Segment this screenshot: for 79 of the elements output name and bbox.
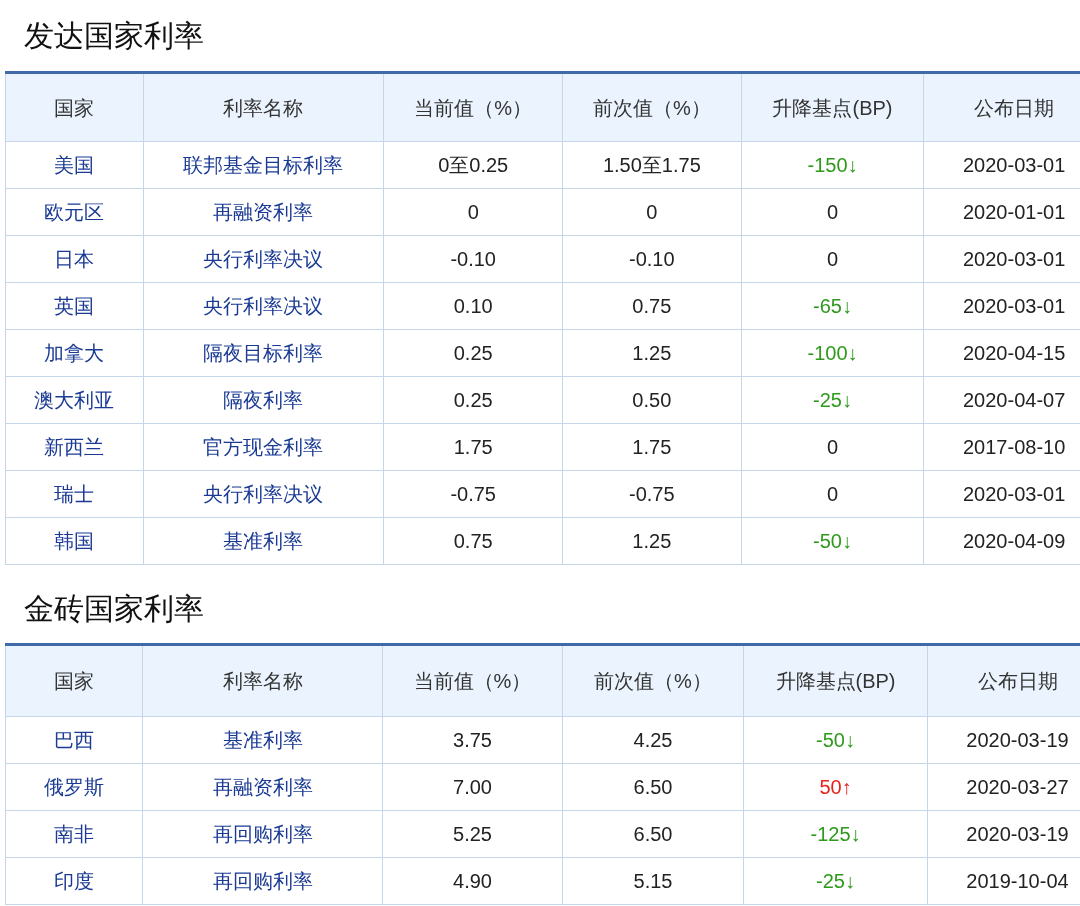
previous-value-cell: 0 bbox=[562, 188, 742, 236]
country-cell: 俄罗斯 bbox=[5, 763, 143, 811]
rate-name-cell: 联邦基金目标利率 bbox=[143, 141, 384, 189]
country-cell: 新西兰 bbox=[5, 423, 143, 471]
bp-change-cell: 50↑ bbox=[743, 763, 928, 811]
column-header: 当前值（%） bbox=[382, 644, 563, 717]
rate-name-cell: 再回购利率 bbox=[142, 810, 383, 858]
previous-value-cell: 5.15 bbox=[562, 857, 744, 905]
rate-name-cell: 再融资利率 bbox=[142, 763, 383, 811]
previous-value-cell: 1.50至1.75 bbox=[562, 141, 742, 189]
rate-name-cell: 再融资利率 bbox=[143, 188, 384, 236]
bp-change-cell: -50↓ bbox=[743, 716, 928, 764]
column-header: 前次值（%） bbox=[562, 72, 742, 142]
current-value-cell: 0.25 bbox=[383, 329, 563, 377]
rate-name-cell: 央行利率决议 bbox=[143, 235, 384, 283]
current-value-cell: 1.75 bbox=[383, 423, 563, 471]
rate-name-cell: 再回购利率 bbox=[142, 857, 383, 905]
rate-name-cell: 隔夜目标利率 bbox=[143, 329, 384, 377]
country-cell: 日本 bbox=[5, 235, 143, 283]
country-cell: 韩国 bbox=[5, 517, 143, 565]
country-cell: 澳大利亚 bbox=[5, 376, 143, 424]
column-header: 升降基点(BP) bbox=[743, 644, 928, 717]
rate-name-cell: 基准利率 bbox=[142, 716, 383, 764]
previous-value-cell: 4.25 bbox=[562, 716, 744, 764]
column-header: 前次值（%） bbox=[562, 644, 744, 717]
previous-value-cell: -0.10 bbox=[562, 235, 742, 283]
current-value-cell: 0.10 bbox=[383, 282, 563, 330]
country-cell: 南非 bbox=[5, 810, 143, 858]
previous-value-cell: 6.50 bbox=[562, 810, 744, 858]
previous-value-cell: 0.50 bbox=[562, 376, 742, 424]
country-cell: 瑞士 bbox=[5, 470, 143, 518]
column-header: 公布日期 bbox=[927, 644, 1080, 717]
country-cell: 巴西 bbox=[5, 716, 143, 764]
rate-name-cell: 央行利率决议 bbox=[143, 470, 384, 518]
country-cell: 欧元区 bbox=[5, 188, 143, 236]
previous-value-cell: 0.75 bbox=[562, 282, 742, 330]
current-value-cell: -0.10 bbox=[383, 235, 563, 283]
current-value-cell: 0.75 bbox=[383, 517, 563, 565]
current-value-cell: 4.90 bbox=[382, 857, 563, 905]
bp-change-cell: -25↓ bbox=[741, 376, 924, 424]
bp-change-cell: 0 bbox=[741, 470, 924, 518]
bp-change-cell: 0 bbox=[741, 423, 924, 471]
previous-value-cell: 1.75 bbox=[562, 423, 742, 471]
column-header: 利率名称 bbox=[142, 644, 383, 717]
country-cell: 加拿大 bbox=[5, 329, 143, 377]
bp-change-cell: 0 bbox=[741, 188, 924, 236]
current-value-cell: 0 bbox=[383, 188, 563, 236]
rate-name-cell: 隔夜利率 bbox=[143, 376, 384, 424]
current-value-cell: 5.25 bbox=[382, 810, 563, 858]
previous-value-cell: 6.50 bbox=[562, 763, 744, 811]
rate-name-cell: 基准利率 bbox=[143, 517, 384, 565]
column-header: 利率名称 bbox=[143, 72, 384, 142]
current-value-cell: 3.75 bbox=[382, 716, 563, 764]
bp-change-cell: -150↓ bbox=[741, 141, 924, 189]
previous-value-cell: 1.25 bbox=[562, 329, 742, 377]
current-value-cell: 0.25 bbox=[383, 376, 563, 424]
bp-change-cell: -100↓ bbox=[741, 329, 924, 377]
column-header: 国家 bbox=[5, 644, 143, 717]
current-value-cell: -0.75 bbox=[383, 470, 563, 518]
bp-change-cell: -25↓ bbox=[743, 857, 928, 905]
bp-change-cell: -125↓ bbox=[743, 810, 928, 858]
country-cell: 印度 bbox=[5, 857, 143, 905]
bp-change-cell: 0 bbox=[741, 235, 924, 283]
bp-change-cell: -65↓ bbox=[741, 282, 924, 330]
current-value-cell: 0至0.25 bbox=[383, 141, 563, 189]
rate-name-cell: 央行利率决议 bbox=[143, 282, 384, 330]
column-header: 国家 bbox=[5, 72, 143, 142]
previous-value-cell: 1.25 bbox=[562, 517, 742, 565]
current-value-cell: 7.00 bbox=[382, 763, 563, 811]
column-header: 当前值（%） bbox=[383, 72, 563, 142]
country-cell: 英国 bbox=[5, 282, 143, 330]
section-title: 金砖国家利率 bbox=[23, 591, 205, 627]
country-cell: 美国 bbox=[5, 141, 143, 189]
rate-name-cell: 官方现金利率 bbox=[143, 423, 384, 471]
column-header: 升降基点(BP) bbox=[741, 72, 924, 142]
bp-change-cell: -50↓ bbox=[741, 517, 924, 565]
previous-value-cell: -0.75 bbox=[562, 470, 742, 518]
section-title: 发达国家利率 bbox=[23, 18, 205, 54]
column-header: 公布日期 bbox=[923, 72, 1080, 142]
